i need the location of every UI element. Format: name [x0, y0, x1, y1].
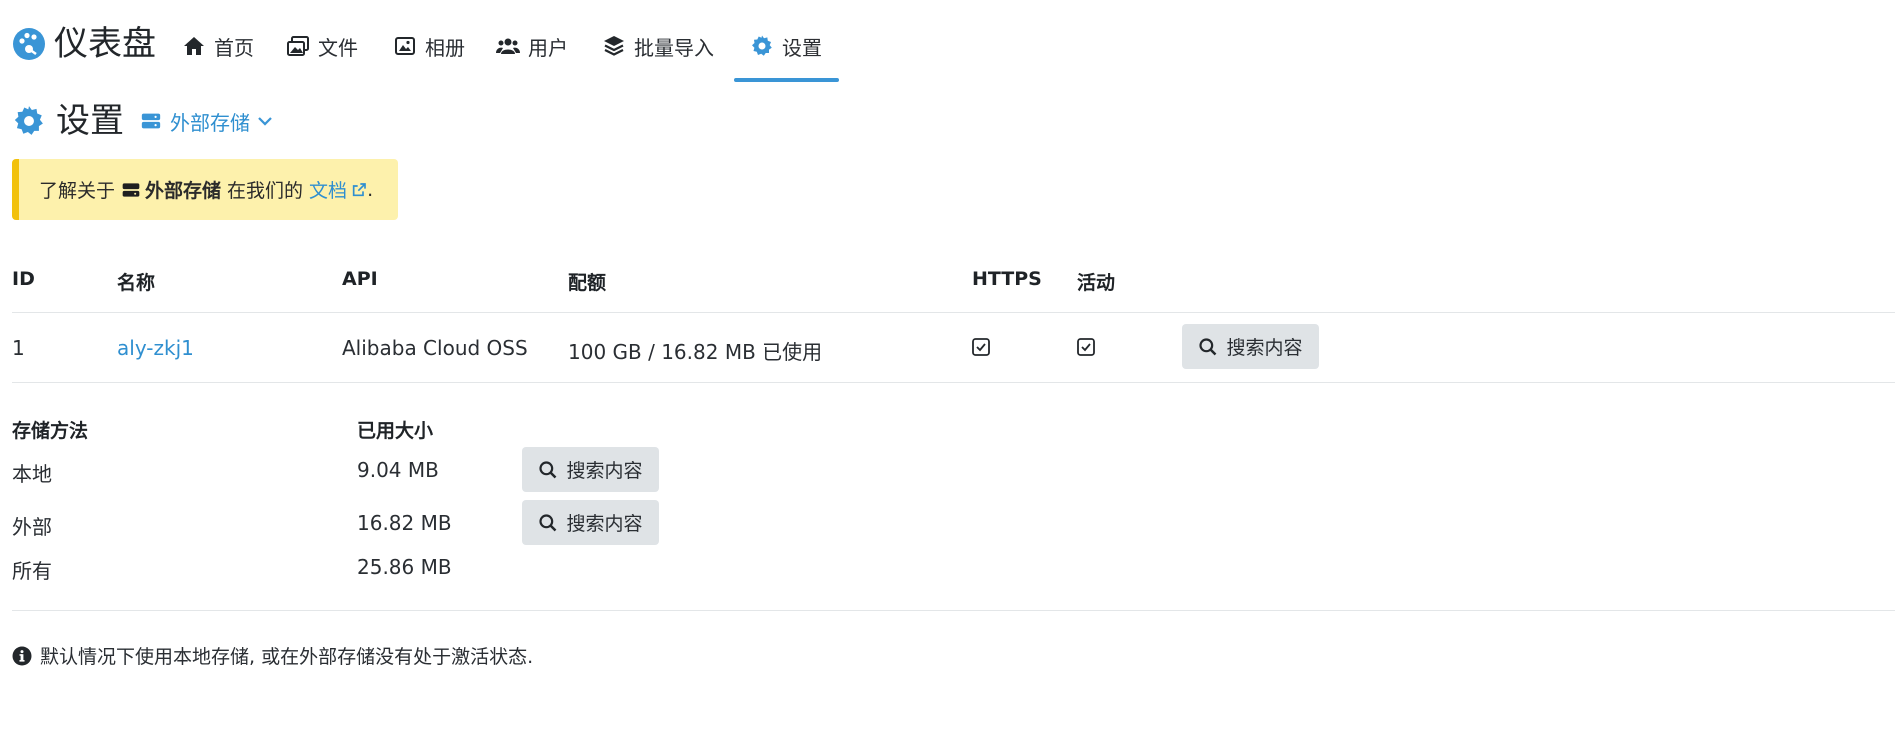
- home-icon: [184, 37, 204, 55]
- column-header-https: HTTPS: [972, 268, 1042, 290]
- column-header-used-size: 已用大小: [357, 420, 434, 442]
- usage-method: 所有: [12, 559, 52, 583]
- album-icon: [395, 37, 415, 55]
- chevron-down-icon: [258, 117, 272, 126]
- nav-label: 文件: [318, 35, 358, 60]
- storage-name-link[interactable]: aly-zkj1: [117, 336, 194, 360]
- search-local-content-button[interactable]: 搜索内容: [522, 447, 659, 492]
- nav-item-files[interactable]: 文件: [286, 28, 358, 64]
- active-tab-indicator: [734, 78, 839, 82]
- images-icon: [287, 36, 309, 56]
- column-header-active: 活动: [1077, 272, 1116, 294]
- storage-info: 默认情况下使用本地存储, 或在外部存储没有处于激活状态.: [12, 642, 533, 669]
- usage-size: 9.04 MB: [357, 458, 439, 482]
- nav-item-users[interactable]: 用户: [496, 28, 568, 64]
- divider: [12, 312, 1895, 313]
- brand[interactable]: 仪表盘: [12, 24, 156, 64]
- nav-label: 批量导入: [634, 35, 714, 60]
- row-id: 1: [12, 336, 25, 360]
- nav-item-albums[interactable]: 相册: [393, 28, 465, 64]
- info-text: 默认情况下使用本地存储, 或在外部存储没有处于激活状态.: [40, 646, 534, 668]
- search-icon: [1199, 337, 1217, 355]
- nav-item-home[interactable]: 首页: [182, 28, 254, 64]
- usage-method: 本地: [12, 462, 52, 486]
- docs-link-label: 文档: [309, 180, 348, 202]
- row-quota: 100 GB / 16.82 MB 已使用: [568, 340, 823, 364]
- users-icon: [496, 38, 520, 54]
- usage-method: 外部: [12, 515, 52, 539]
- notice-suffix: .: [367, 178, 374, 201]
- storage-type-label: 外部存储: [170, 110, 250, 135]
- page-title: 设置: [56, 101, 124, 141]
- layers-icon: [604, 36, 624, 56]
- nav-item-settings[interactable]: 设置: [750, 28, 822, 64]
- info-icon: [12, 646, 32, 665]
- column-header-method: 存储方法: [12, 420, 89, 442]
- nav-label: 首页: [214, 35, 254, 60]
- gear-icon: [14, 106, 43, 135]
- divider: [12, 610, 1895, 611]
- usage-size: 16.82 MB: [357, 511, 452, 535]
- nav-item-bulk-import[interactable]: 批量导入: [602, 28, 714, 64]
- https-checkbox-icon: [972, 338, 990, 356]
- palette-icon: [13, 28, 45, 60]
- column-header-api: API: [342, 268, 378, 290]
- hdd-icon: [141, 113, 161, 129]
- hdd-icon: [122, 182, 140, 197]
- search-icon: [539, 513, 557, 531]
- nav-label: 用户: [528, 35, 568, 60]
- top-navigation: 仪表盘 首页 文件 相册 用户 批量导入 设置: [0, 0, 1895, 84]
- divider: [12, 382, 1895, 383]
- external-link-icon: [352, 182, 366, 196]
- brand-title: 仪表盘: [54, 24, 156, 64]
- notice-bold: 外部存储: [145, 180, 222, 202]
- nav-label: 相册: [425, 35, 465, 60]
- docs-link[interactable]: 文档: [309, 176, 367, 203]
- search-external-content-button[interactable]: 搜索内容: [522, 500, 659, 545]
- button-label: 搜索内容: [566, 513, 643, 535]
- column-header-id: ID: [12, 268, 35, 290]
- settings-header: 设置 外部存储: [12, 100, 274, 142]
- button-label: 搜索内容: [1226, 337, 1303, 359]
- search-icon: [539, 460, 557, 478]
- notice-prefix: 了解关于: [39, 180, 116, 202]
- nav-label: 设置: [782, 35, 822, 60]
- docs-notice: 了解关于 外部存储 在我们的 文档 .: [12, 159, 398, 220]
- storage-type-dropdown[interactable]: 外部存储: [140, 107, 274, 136]
- column-header-quota: 配额: [568, 272, 607, 294]
- button-label: 搜索内容: [566, 460, 643, 482]
- column-header-name: 名称: [117, 272, 156, 294]
- gear-icon: [752, 35, 772, 56]
- active-checkbox-icon: [1077, 338, 1095, 356]
- row-api: Alibaba Cloud OSS: [342, 336, 528, 360]
- notice-middle: 在我们的: [227, 180, 304, 202]
- usage-size: 25.86 MB: [357, 555, 452, 579]
- search-content-button[interactable]: 搜索内容: [1182, 324, 1319, 369]
